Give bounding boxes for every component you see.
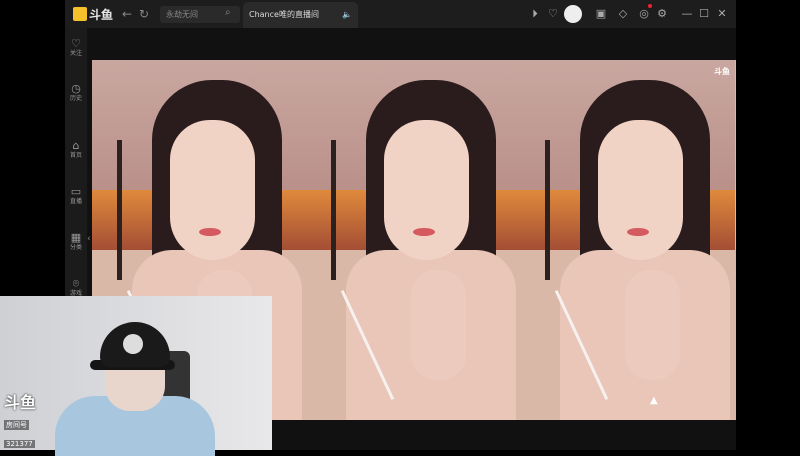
sidebar-label: 分类 xyxy=(69,244,82,251)
avatar[interactable] xyxy=(564,5,582,23)
logo-text: 斗鱼 xyxy=(89,7,114,22)
hand xyxy=(411,270,466,380)
sidebar-item-game[interactable]: ⌾ 游戏 xyxy=(65,278,87,298)
douyu-watermark: 斗鱼 房间号 321377 xyxy=(4,394,54,450)
cap-badge-icon xyxy=(123,334,143,354)
back-icon[interactable]: ← xyxy=(120,7,134,21)
sidebar-label: 首页 xyxy=(69,152,82,159)
tab-stream[interactable]: Chance唯的直播间 🔈 xyxy=(243,2,358,28)
maximize-icon[interactable]: ☐ xyxy=(697,7,711,21)
clock-icon: ◷ xyxy=(71,82,81,95)
sidebar-item-live[interactable]: ▭ 直播 xyxy=(65,186,87,206)
lips xyxy=(627,228,649,236)
face xyxy=(598,120,683,260)
refresh-icon[interactable]: ↻ xyxy=(137,7,151,21)
minimize-icon[interactable]: — xyxy=(680,7,694,21)
video-panel: 斗鱼 xyxy=(520,60,736,420)
watermark-brand: 斗鱼 xyxy=(4,393,37,412)
tab-title: Chance唯的直播间 xyxy=(249,10,319,19)
lips xyxy=(199,228,221,236)
grid-icon: ▦ xyxy=(70,231,82,244)
shirt-icon[interactable]: ◇ xyxy=(616,7,630,21)
app-logo[interactable]: 斗鱼 xyxy=(73,5,113,23)
webcam-overlay: 斗鱼 房间号 321377 xyxy=(0,296,272,456)
room-label: 房间号 xyxy=(4,420,29,430)
head xyxy=(105,366,165,411)
tv-icon: ▭ xyxy=(70,185,82,198)
game-icon: ⌾ xyxy=(72,277,80,290)
settings-icon[interactable]: ⚙ xyxy=(655,7,669,21)
video-panel xyxy=(306,60,521,420)
sidebar: ♡ 关注 ◷ 历史 ⌂ 首页 ▭ 直播 ▦ 分类 ⌾ 游戏 xyxy=(65,28,87,298)
search-icon[interactable]: ⌕ xyxy=(225,7,231,18)
speaker-icon[interactable]: 🔈 xyxy=(342,2,352,28)
sidebar-item-follow[interactable]: ♡ 关注 xyxy=(65,38,87,58)
sidebar-item-home[interactable]: ⌂ 首页 xyxy=(65,140,87,160)
sidebar-label: 直播 xyxy=(69,198,82,205)
logo-icon xyxy=(73,7,87,21)
favorite-icon[interactable]: ♡ xyxy=(546,7,560,21)
pole xyxy=(545,140,550,280)
search-placeholder: 永劫无间 xyxy=(166,10,198,19)
play-icon[interactable]: ⏵ xyxy=(528,7,542,21)
face xyxy=(384,120,469,260)
calendar-icon[interactable]: ▣ xyxy=(594,7,608,21)
room-number: 321377 xyxy=(4,440,35,448)
close-icon[interactable]: ✕ xyxy=(715,7,729,21)
sidebar-label: 关注 xyxy=(69,50,82,57)
home-icon: ⌂ xyxy=(72,139,80,152)
notification-badge xyxy=(648,4,652,8)
pole xyxy=(117,140,122,280)
heart-icon: ♡ xyxy=(71,37,81,50)
mouse-cursor-icon: ▲ xyxy=(650,395,658,406)
message-icon[interactable]: ◎ xyxy=(637,7,651,21)
hand xyxy=(625,270,680,380)
sidebar-item-category[interactable]: ▦ 分类 xyxy=(65,232,87,252)
sidebar-item-history[interactable]: ◷ 历史 xyxy=(65,83,87,103)
pole xyxy=(331,140,336,280)
video-watermark: 斗鱼 xyxy=(714,67,730,76)
titlebar: 斗鱼 ← ↻ 永劫无间 ⌕ Chance唯的直播间 🔈 ⏵ ♡ ▣ ◇ ◎ ⚙ … xyxy=(65,0,736,28)
sidebar-label: 历史 xyxy=(69,95,82,102)
lips xyxy=(413,228,435,236)
face xyxy=(170,120,255,260)
